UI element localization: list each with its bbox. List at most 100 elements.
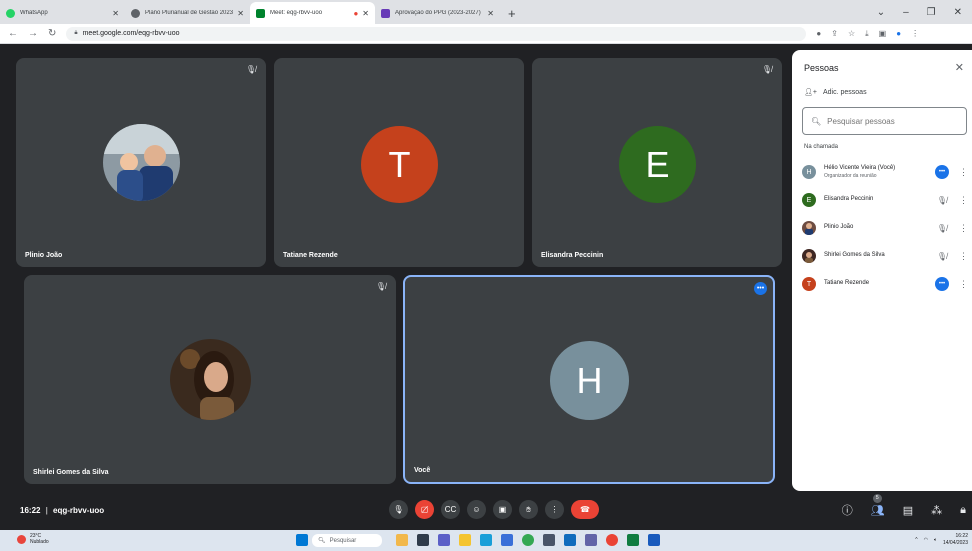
avatar: T [802,277,816,291]
download-icon[interactable]: ⤓ [865,29,869,39]
word-icon[interactable] [648,534,660,546]
people-search[interactable]: 🔍︎ [802,107,967,135]
participant-tile-self[interactable]: ••• H Você [403,275,775,484]
teams-meeting-icon[interactable] [585,534,597,546]
reload-icon[interactable]: ↻ [48,28,56,39]
avatar [802,221,816,235]
more-options-button[interactable]: ⋮ [545,500,564,519]
participant-avatar: T [361,126,438,203]
participant-tile-tatiane[interactable]: T Tatiane Rezende [274,58,524,267]
participant-tile-elisandra[interactable]: 🎙︎̸ E Elisandra Peccinin [532,58,782,267]
search-input[interactable] [827,116,958,126]
more-options-icon[interactable]: ⋮ [959,167,968,178]
calculator-icon[interactable] [543,534,555,546]
more-options-icon[interactable]: ⋮ [959,195,968,206]
tab-whatsapp[interactable]: WhatsApp ✕ [0,2,125,24]
new-tab-button[interactable]: + [500,6,524,24]
speaking-indicator-icon: ••• [754,282,767,295]
more-options-icon[interactable]: ⋮ [959,279,968,290]
weather-widget[interactable]: 23°C Nublado [17,533,49,545]
activities-icon[interactable]: ⁂ [931,504,942,517]
chrome-icon[interactable] [522,534,534,546]
camera-off-button[interactable]: ▢̸ [415,500,434,519]
emoji-button[interactable]: ☺ [467,500,486,519]
url-text: meet.google.com/eqg-rbvv-uoo [82,30,180,37]
present-button[interactable]: ▣ [493,500,512,519]
close-panel-button[interactable]: ✕ [955,61,964,74]
more-options-icon[interactable]: ⋮ [959,223,968,234]
tab-aprovacao-ppg[interactable]: Aprovação do PPG (2023-2027) ✕ [375,2,500,24]
participant-name: Tatiane Rezende [824,280,870,287]
camera-indicator-icon[interactable]: ● [816,29,821,38]
edge-icon[interactable] [480,534,492,546]
host-controls-icon[interactable]: 🔒︎ [960,504,966,517]
recording-dot-icon: ● [353,8,359,18]
minimize-button[interactable]: – [903,7,909,18]
speaker-icon[interactable]: 🔈︎ [934,537,937,543]
leave-call-button[interactable]: ☎︎ [571,500,599,519]
taskbar-search[interactable]: 🔍︎ Pesquisar [312,534,382,547]
list-item[interactable]: H Hélio Vicente Vieira (Você) Organizado… [802,158,968,186]
tab-plano-plurianual[interactable]: Plano Plurianual de Gestão 2023 ✕ [125,2,250,24]
meeting-code: eqg-rbvv-uoo [53,506,105,515]
list-item[interactable]: Shirlei Gomes da Silva 🎙︎̸ ⋮ [802,242,968,270]
microphone-button[interactable]: 🎙︎ [389,500,408,519]
address-bar[interactable]: 🔒︎ meet.google.com/eqg-rbvv-uoo [66,26,807,41]
close-icon[interactable]: ✕ [487,9,494,18]
mic-off-icon: 🎙︎̸ [936,251,948,261]
list-item[interactable]: T Tatiane Rezende ••• ⋮ [802,270,968,298]
tab-search-icon[interactable]: ⌄ [877,7,885,18]
excel-icon[interactable] [627,534,639,546]
search-icon: 🔍︎ [318,538,326,544]
windows-start-icon[interactable] [296,534,308,546]
more-options-icon[interactable]: ⋮ [959,251,968,262]
participant-name: Elisandra Peccinin [541,252,604,259]
clock[interactable]: 16:22 14/04/2023 [943,533,968,546]
people-button[interactable]: 5 👥︎ [871,493,885,517]
meeting-details: 16:22 | eqg-rbvv-uoo [20,506,104,515]
side-panel-icon[interactable]: ▣ [879,29,887,38]
add-people-button[interactable]: 👤︎+ Adic. pessoas [804,88,867,97]
side-controls: ⓘ 5 👥︎ ▤ ⁂ 🔒︎ [842,493,966,518]
close-icon[interactable]: ✕ [237,9,244,18]
chat-icon[interactable]: ▤ [903,504,913,517]
raise-hand-button[interactable]: ✋︎ [519,500,538,519]
share-icon[interactable]: ⇪ [831,29,838,38]
teams-icon[interactable] [438,534,450,546]
participant-tile-plinio[interactable]: 🎙︎̸ Plinio João [16,58,266,267]
close-icon[interactable]: ✕ [112,9,119,18]
avatar [802,249,816,263]
app-icon[interactable] [564,534,576,546]
tab-meet[interactable]: Meet: eqg-rbvv-uoo ● ✕ [250,2,375,24]
close-window-button[interactable]: ✕ [954,7,962,18]
close-icon[interactable]: ✕ [362,9,369,18]
info-icon[interactable]: ⓘ [842,502,853,518]
separator: | [45,506,48,515]
profile-icon[interactable]: ● [896,29,901,38]
restore-button[interactable]: ❐ [927,7,936,18]
pinned-apps [396,534,660,546]
participant-list: H Hélio Vicente Vieira (Você) Organizado… [802,158,968,298]
participant-tile-shirlei[interactable]: 🎙︎̸ Shirlei Gomes da Silva [24,275,396,484]
back-icon[interactable]: ← [8,28,18,39]
people-panel: Pessoas ✕ 👤︎+ Adic. pessoas 🔍︎ Na chamad… [792,50,972,491]
store-icon[interactable] [501,534,513,546]
tab-label: Aprovação do PPG (2023-2027) [395,10,481,16]
list-item[interactable]: Plinio João 🎙︎̸ ⋮ [802,214,968,242]
file-explorer-icon[interactable] [459,534,471,546]
mic-off-icon: 🎙︎̸ [375,282,386,291]
search-icon: 🔍︎ [811,116,822,126]
task-view-icon[interactable] [417,534,429,546]
chrome-profile-icon[interactable] [606,534,618,546]
forward-icon[interactable]: → [28,28,38,39]
system-tray: ^ ◠ 🔈︎ 16:22 14/04/2023 [915,533,968,546]
bookmark-star-icon[interactable]: ☆ [848,29,855,38]
browser-menu-icon[interactable]: ⋮ [911,29,919,38]
chevron-up-icon[interactable]: ^ [915,537,917,543]
list-item[interactable]: E Elisandra Peccinin 🎙︎̸ ⋮ [802,186,968,214]
captions-button[interactable]: CC [441,500,460,519]
avatar-letter: H [576,359,603,401]
widgets-icon[interactable] [396,534,408,546]
meeting-time: 16:22 [20,506,41,515]
wifi-icon[interactable]: ◠ [924,537,928,543]
